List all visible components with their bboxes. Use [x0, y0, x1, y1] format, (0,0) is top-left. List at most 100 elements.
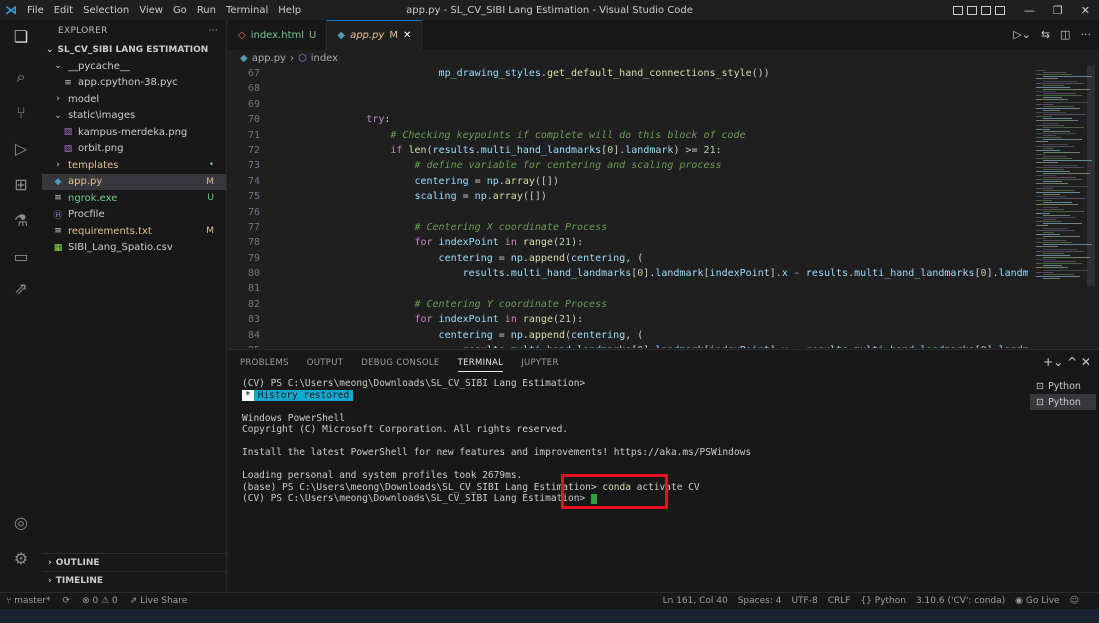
tab-problems[interactable]: PROBLEMS — [240, 358, 289, 368]
explorer-item[interactable]: ≡ app.cpython-38.pyc — [42, 75, 226, 92]
cursor-position[interactable]: Ln 161, Col 40 — [663, 596, 728, 606]
explorer-item[interactable]: › model — [42, 91, 226, 108]
line-number: 76 — [247, 206, 260, 218]
run-python-file-icon[interactable]: ▷⌄ — [1013, 28, 1031, 41]
close-button[interactable]: ✕ — [1072, 4, 1099, 17]
minimap-line — [1036, 137, 1062, 139]
go-live-button[interactable]: ◉ Go Live — [1015, 596, 1059, 606]
workspace-root-label: SL_CV_SIBI LANG ESTIMATION — [57, 45, 209, 55]
explorer-item[interactable]: ▨ kampus-merdeka.png — [42, 124, 226, 141]
line-ending[interactable]: CRLF — [828, 596, 851, 606]
explorer-item[interactable]: ⌄ static\images — [42, 108, 226, 125]
line-number: 75 — [247, 191, 260, 203]
more-actions-icon[interactable]: ··· — [209, 26, 218, 36]
line-number: 79 — [247, 252, 260, 264]
code-line: 82 # Centering Y coordinate Process — [228, 297, 1028, 312]
explorer-item[interactable]: › templates • — [42, 157, 226, 174]
terminal-name: Python — [1047, 380, 1081, 392]
terminal-line: Windows PowerShell — [242, 412, 345, 424]
tab-status: M — [389, 30, 398, 41]
menu-help[interactable]: Help — [273, 5, 306, 16]
breadcrumb-file[interactable]: app.py — [252, 53, 286, 64]
chevron-right-icon: › — [56, 94, 60, 105]
code-text: centering = np.array([]) — [414, 175, 559, 187]
line-number: 85 — [228, 343, 260, 348]
minimap-line — [1036, 225, 1048, 227]
minimize-button[interactable]: — — [1015, 4, 1044, 17]
remote-explorer-icon[interactable]: ▭ — [10, 246, 32, 268]
toggle-panel-icon[interactable] — [966, 5, 977, 15]
terminal-instance[interactable]: ⊡ Python — [1030, 378, 1096, 394]
feedback-icon[interactable]: ☺ — [1070, 596, 1079, 606]
tab-app-py[interactable]: ◆ app.py M ✕ — [327, 20, 423, 50]
more-actions-icon[interactable]: ··· — [1081, 28, 1092, 41]
encoding[interactable]: UTF-8 — [791, 596, 817, 606]
minimap-line — [1036, 200, 1052, 202]
explorer-item[interactable]: ⌄ __pycache__ — [42, 58, 226, 75]
explorer-item[interactable]: ◆ app.py M — [42, 173, 226, 190]
timeline-section[interactable]: › TIMELINE — [42, 571, 227, 589]
branch-status[interactable]: ⑂ master* — [6, 596, 51, 606]
minimap-line — [1043, 214, 1070, 216]
live-share-icon[interactable]: ⇗ — [10, 278, 32, 300]
menu-run[interactable]: Run — [192, 5, 221, 16]
minimap-line — [1043, 248, 1078, 250]
toggle-secondary-sidebar-icon[interactable] — [980, 5, 991, 15]
tab-jupyter[interactable]: JUPYTER — [521, 358, 558, 368]
menu-file[interactable]: File — [22, 5, 49, 16]
code-line: 68 — [228, 81, 1028, 96]
source-control-icon[interactable]: ⑂ — [10, 102, 32, 124]
outline-section[interactable]: › OUTLINE — [42, 553, 227, 571]
editor-scrollbar[interactable] — [1087, 66, 1095, 286]
customize-layout-icon[interactable] — [994, 5, 1005, 15]
line-number: 67 — [247, 68, 260, 79]
indentation[interactable]: Spaces: 4 — [738, 596, 782, 606]
accounts-icon[interactable]: ◎ — [10, 512, 32, 534]
menu-go[interactable]: Go — [168, 5, 192, 16]
menu-view[interactable]: View — [134, 5, 168, 16]
menu-terminal[interactable]: Terminal — [221, 5, 273, 16]
tab-debug-console[interactable]: DEBUG CONSOLE — [361, 358, 439, 368]
live-share-status[interactable]: ⇗ Live Share — [130, 596, 188, 606]
tab-output[interactable]: OUTPUT — [307, 358, 343, 368]
tab-index-html[interactable]: ◇ index.html U — [228, 20, 328, 50]
minimap-line — [1036, 82, 1084, 84]
minimap-line — [1043, 244, 1092, 246]
compare-changes-icon[interactable]: ⇆ — [1041, 28, 1050, 41]
menu-selection[interactable]: Selection — [78, 5, 134, 16]
minimap-line — [1036, 145, 1074, 147]
split-editor-icon[interactable]: ◫ — [1060, 28, 1070, 41]
restore-button[interactable]: ❐ — [1044, 4, 1072, 17]
explorer-item[interactable]: ≡ ngrok.exe U — [42, 190, 226, 207]
minimap[interactable] — [1028, 66, 1094, 348]
problems-status[interactable]: ⊗ 0 ⚠ 0 — [82, 596, 118, 606]
terminal-instance[interactable]: ⊡ Python — [1030, 394, 1096, 410]
python-interpreter[interactable]: 3.10.6 ('CV': conda) — [916, 596, 1005, 606]
code-line: 84 centering = np.append(centering, ( — [228, 328, 1028, 343]
explorer-item[interactable]: ≡ requirements.txt M — [42, 223, 226, 240]
code-editor[interactable]: 67 mp_drawing_styles.get_default_hand_co… — [228, 66, 1028, 348]
explorer-item[interactable]: Ⓗ Procfile — [42, 207, 226, 224]
minimap-line — [1036, 275, 1080, 277]
workspace-root[interactable]: ⌄ SL_CV_SIBI LANG ESTIMATION — [42, 42, 226, 58]
close-tab-icon[interactable]: ✕ — [403, 30, 411, 41]
settings-gear-icon[interactable]: ⚙ — [10, 548, 32, 570]
breadcrumb-symbol[interactable]: index — [311, 53, 338, 64]
new-terminal-icon[interactable]: +⌄ ^ ✕ — [1043, 355, 1091, 369]
code-text: # define variable for centering and scal… — [414, 160, 722, 172]
testing-flask-icon[interactable]: ⚗ — [10, 210, 32, 232]
explorer-sidebar: EXPLORER ··· ⌄ SL_CV_SIBI LANG ESTIMATIO… — [42, 20, 227, 592]
language-mode[interactable]: {} Python — [860, 596, 906, 606]
code-text: scaling = np.array([]) — [414, 191, 547, 203]
explorer-item[interactable]: ▦ SIBI_Lang_Spatio.csv — [42, 240, 226, 257]
run-debug-icon[interactable]: ▷ — [10, 138, 32, 160]
explorer-files-icon[interactable]: ❏ — [10, 26, 32, 48]
tab-terminal[interactable]: TERMINAL — [457, 354, 504, 372]
menu-edit[interactable]: Edit — [49, 5, 78, 16]
sync-icon[interactable]: ⟳ — [63, 596, 71, 606]
search-icon[interactable]: ⌕ — [10, 66, 32, 88]
extensions-icon[interactable]: ⊞ — [10, 174, 32, 196]
toggle-sidebar-icon[interactable] — [952, 5, 963, 15]
explorer-item[interactable]: ▨ orbit.png — [42, 141, 226, 158]
history-restored-badge: History restored — [253, 389, 354, 401]
